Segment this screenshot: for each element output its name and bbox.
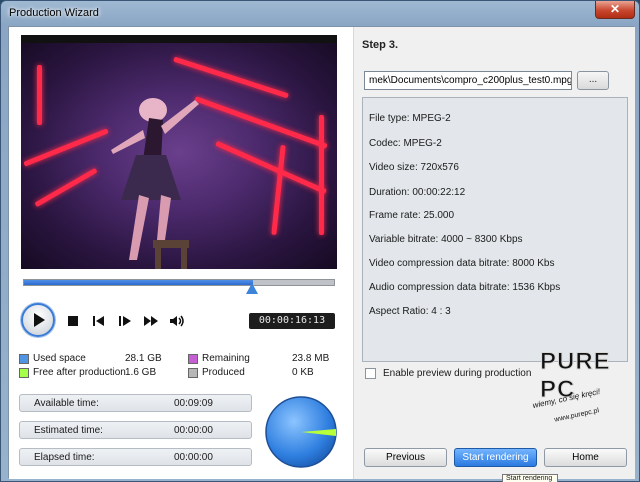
legend-produced: Produced 0 KB xyxy=(188,367,348,380)
close-button[interactable]: ✕ xyxy=(595,1,635,19)
home-button[interactable]: Home xyxy=(544,448,627,467)
start-rendering-tooltip: Start rendering xyxy=(502,474,558,482)
stop-icon xyxy=(68,316,78,326)
file-info-box: File type: MPEG-2 Codec: MPEG-2 Video si… xyxy=(362,97,628,362)
preview-panel: 00:00:16:13 Used space 28.1 GB Free afte… xyxy=(9,27,353,479)
start-rendering-button[interactable]: Start rendering xyxy=(454,448,537,467)
video-preview xyxy=(21,35,337,269)
produced-swatch xyxy=(188,368,198,378)
purepc-watermark: PURE PC wiemy, co się kręci! www.purepc.… xyxy=(530,348,630,438)
info-video-bitrate: Video compression data bitrate: 8000 Kbs xyxy=(369,258,555,269)
volume-icon xyxy=(170,315,184,327)
window-title: Production Wizard xyxy=(9,7,99,19)
info-audio-bitrate: Audio compression data bitrate: 1536 Kbp… xyxy=(369,282,561,293)
info-variable-bitrate: Variable bitrate: 4000 ~ 8300 Kbps xyxy=(369,234,523,245)
seek-bar-progress xyxy=(24,280,254,285)
enable-preview-label[interactable]: Enable preview during production xyxy=(383,368,531,379)
disk-usage-pie-chart xyxy=(265,396,337,468)
estimated-time-box: Estimated time: 00:00:00 xyxy=(19,421,252,439)
previous-frame-button[interactable] xyxy=(89,311,109,331)
fast-forward-icon xyxy=(144,316,158,326)
next-frame-icon xyxy=(119,316,131,326)
previous-button[interactable]: Previous xyxy=(364,448,447,467)
info-frame-rate: Frame rate: 25.000 xyxy=(369,210,455,221)
used-space-swatch xyxy=(19,354,29,364)
dancer-figure xyxy=(111,98,199,269)
free-after-swatch xyxy=(19,368,29,378)
next-frame-button[interactable] xyxy=(115,311,135,331)
play-button[interactable] xyxy=(21,303,55,337)
legend-remaining: Remaining 23.8 MB xyxy=(188,353,348,366)
remaining-swatch xyxy=(188,354,198,364)
enable-preview-checkbox[interactable] xyxy=(365,368,376,379)
previous-frame-icon xyxy=(93,316,104,326)
title-bar[interactable]: Production Wizard ✕ xyxy=(1,1,639,27)
timecode-display: 00:00:16:13 xyxy=(249,313,335,329)
info-video-size: Video size: 720x576 xyxy=(369,162,459,173)
step-title: Step 3. xyxy=(362,39,399,51)
fast-forward-button[interactable] xyxy=(141,311,161,331)
elapsed-time-box: Elapsed time: 00:00:00 xyxy=(19,448,252,466)
available-time-box: Available time: 00:09:09 xyxy=(19,394,252,412)
seek-bar[interactable] xyxy=(23,279,335,286)
browse-button[interactable]: ... xyxy=(577,71,609,90)
output-path-field[interactable]: mek\Documents\compro_c200plus_test0.mpg xyxy=(364,71,572,90)
seek-thumb[interactable] xyxy=(246,283,259,294)
info-file-type: File type: MPEG-2 xyxy=(369,113,451,124)
stop-button[interactable] xyxy=(63,311,83,331)
play-icon xyxy=(34,313,45,327)
info-duration: Duration: 00:00:22:12 xyxy=(369,187,466,198)
legend-free-after-production: Free after production 1.6 GB xyxy=(19,367,179,380)
volume-button[interactable] xyxy=(167,311,187,331)
info-codec: Codec: MPEG-2 xyxy=(369,138,442,149)
watermark-url: www.purepc.pl xyxy=(553,407,600,424)
info-aspect-ratio: Aspect Ratio: 4 : 3 xyxy=(369,306,451,317)
legend-used-space: Used space 28.1 GB xyxy=(19,353,179,366)
